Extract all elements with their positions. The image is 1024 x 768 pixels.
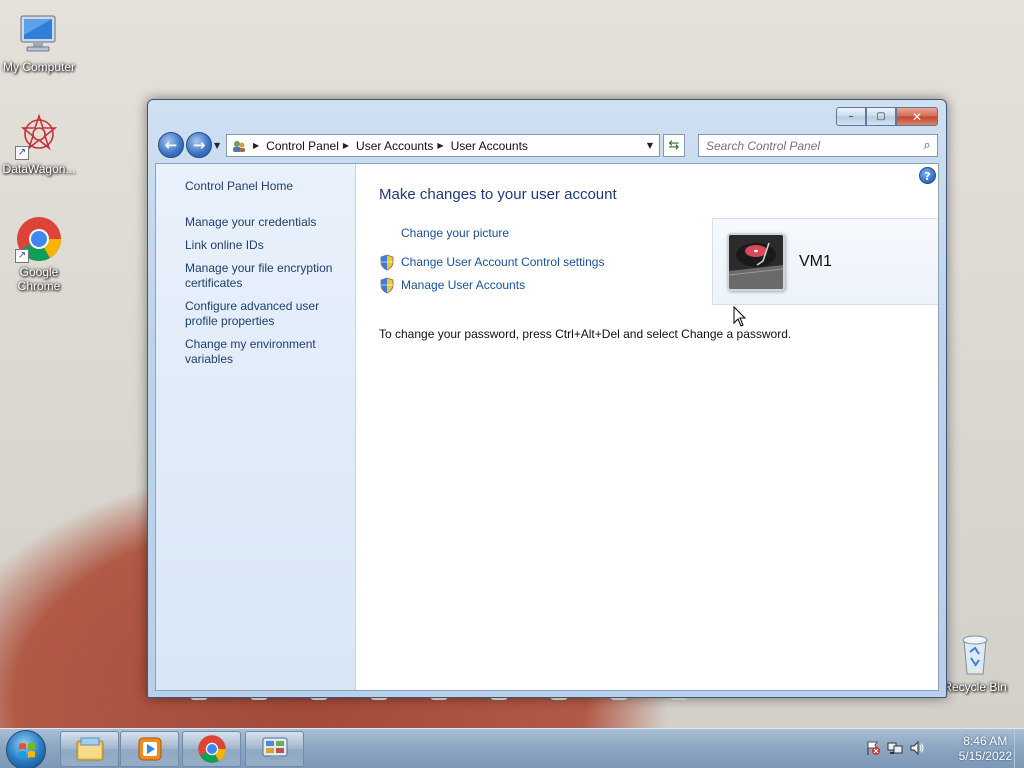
advanced-profile-link[interactable]: Configure advanced user profile properti… bbox=[185, 299, 347, 329]
desktop-icon-datawagon[interactable]: ↗ DataWagon... bbox=[1, 112, 77, 176]
taskbar: 8:46 AM 5/15/2022 bbox=[0, 728, 1024, 768]
account-name: VM1 bbox=[799, 253, 832, 270]
uac-settings-label: Change User Account Control settings bbox=[401, 255, 605, 269]
recycle-bin-icon bbox=[951, 630, 999, 678]
chevron-right-icon[interactable]: ▶ bbox=[437, 141, 443, 150]
content-area: Control Panel Home Manage your credentia… bbox=[155, 163, 939, 691]
address-bar[interactable]: ▶ Control Panel ▶ User Accounts ▶ User A… bbox=[226, 134, 660, 157]
start-button[interactable] bbox=[6, 730, 46, 768]
change-picture-label: Change your picture bbox=[401, 226, 510, 240]
desktop-icon-label: My Computer bbox=[2, 60, 76, 74]
page-title: Make changes to your user account bbox=[379, 186, 617, 203]
datawagon-icon: ↗ bbox=[15, 112, 63, 160]
refresh-button[interactable]: ⇆ bbox=[663, 134, 685, 157]
taskbar-control-panel[interactable] bbox=[245, 731, 304, 767]
chrome-icon bbox=[197, 735, 226, 763]
uac-shield-icon bbox=[380, 254, 394, 271]
environment-variables-link[interactable]: Change my environment variables bbox=[185, 337, 347, 367]
volume-icon[interactable] bbox=[909, 740, 925, 756]
control-panel-icon bbox=[262, 737, 287, 760]
minimize-button[interactable]: – bbox=[836, 107, 866, 126]
uac-shield-icon bbox=[380, 277, 394, 294]
taskbar-file-explorer[interactable] bbox=[60, 731, 119, 767]
account-card: VM1 bbox=[712, 218, 938, 305]
main-pane: Make changes to your user account Change… bbox=[379, 164, 938, 690]
arrow-right-icon: → bbox=[192, 136, 206, 154]
search-input[interactable] bbox=[699, 138, 917, 153]
turntable-icon bbox=[729, 235, 783, 289]
manage-user-accounts-label: Manage User Accounts bbox=[401, 278, 526, 292]
change-picture-link[interactable]: Change your picture bbox=[401, 226, 509, 240]
clock-date: 5/15/2022 bbox=[958, 749, 1012, 763]
uac-settings-link[interactable]: Change User Account Control settings bbox=[380, 254, 605, 271]
maximize-button[interactable]: ▢ bbox=[866, 107, 896, 126]
manage-credentials-link[interactable]: Manage your credentials bbox=[185, 215, 347, 230]
file-explorer-icon bbox=[76, 737, 103, 761]
media-player-icon bbox=[138, 737, 161, 761]
shortcut-arrow-icon: ↗ bbox=[15, 249, 29, 263]
breadcrumb-user-accounts[interactable]: User Accounts bbox=[356, 139, 433, 153]
back-button[interactable]: ← bbox=[158, 132, 184, 158]
desktop-icon-label: Recycle Bin bbox=[943, 680, 1007, 694]
shortcut-arrow-icon: ↗ bbox=[15, 146, 29, 160]
help-icon: ? bbox=[924, 170, 931, 183]
chevron-right-icon: ▶ bbox=[253, 141, 260, 150]
taskbar-media-player[interactable] bbox=[120, 731, 179, 767]
file-encryption-link[interactable]: Manage your file encryption certificates bbox=[185, 261, 347, 291]
caption-buttons: – ▢ ✕ bbox=[836, 107, 938, 126]
network-icon[interactable] bbox=[887, 740, 903, 756]
chevron-right-icon[interactable]: ▶ bbox=[343, 141, 349, 150]
close-button[interactable]: ✕ bbox=[896, 107, 938, 126]
desktop-icon-my-computer[interactable]: My Computer bbox=[1, 10, 77, 74]
close-icon: ✕ bbox=[911, 109, 923, 124]
control-panel-home-link[interactable]: Control Panel Home bbox=[185, 179, 347, 194]
search-box[interactable]: ⌕ bbox=[698, 134, 938, 157]
recent-pages-dropdown[interactable]: ▼ bbox=[214, 141, 220, 150]
maximize-icon: ▢ bbox=[876, 111, 886, 122]
chrome-icon: ↗ bbox=[15, 215, 63, 263]
help-button[interactable]: ? bbox=[919, 167, 936, 184]
desktop-icon-google-chrome[interactable]: ↗ Google Chrome bbox=[1, 215, 77, 293]
search-icon[interactable]: ⌕ bbox=[917, 138, 937, 153]
user-accounts-window: – ▢ ✕ ← → ▼ ▶ Control Panel ▶ User Accou… bbox=[147, 99, 947, 698]
desktop-icon-label: DataWagon... bbox=[2, 162, 76, 176]
desktop-icon-recycle-bin[interactable]: Recycle Bin bbox=[937, 630, 1013, 694]
system-tray bbox=[865, 740, 925, 756]
desktop-icon-label: Google Chrome bbox=[17, 265, 61, 293]
link-online-ids-link[interactable]: Link online IDs bbox=[185, 238, 347, 253]
show-desktop-button[interactable] bbox=[1014, 729, 1024, 768]
mouse-pointer-icon bbox=[733, 306, 747, 327]
action-center-icon[interactable] bbox=[865, 740, 881, 756]
refresh-icon: ⇆ bbox=[668, 138, 680, 153]
clock-time: 8:46 AM bbox=[963, 734, 1008, 748]
minimize-icon: – bbox=[848, 111, 854, 122]
password-instruction: To change your password, press Ctrl+Alt+… bbox=[379, 327, 792, 341]
breadcrumb-user-accounts-current[interactable]: User Accounts bbox=[451, 139, 528, 153]
forward-button[interactable]: → bbox=[186, 132, 212, 158]
computer-icon bbox=[15, 10, 63, 58]
arrow-left-icon: ← bbox=[164, 136, 178, 154]
manage-user-accounts-link[interactable]: Manage User Accounts bbox=[380, 277, 526, 294]
avatar[interactable] bbox=[727, 233, 785, 291]
breadcrumb-control-panel[interactable]: Control Panel bbox=[266, 139, 339, 153]
windows-logo-icon bbox=[19, 743, 35, 758]
navigation-bar: ← → ▼ ▶ Control Panel ▶ User Accounts ▶ … bbox=[156, 132, 938, 158]
control-panel-icon bbox=[231, 138, 249, 154]
taskbar-chrome[interactable] bbox=[182, 731, 241, 767]
address-history-dropdown[interactable]: ▼ bbox=[641, 135, 659, 156]
tasks-pane: Control Panel Home Manage your credentia… bbox=[156, 164, 356, 690]
clock[interactable]: 8:46 AM 5/15/2022 bbox=[959, 734, 1012, 764]
